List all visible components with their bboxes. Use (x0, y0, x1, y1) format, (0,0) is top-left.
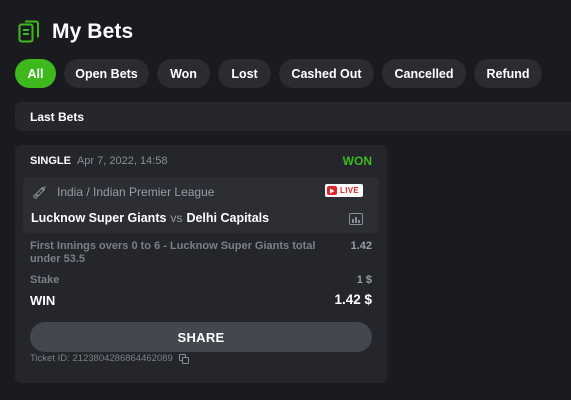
share-button[interactable]: SHARE (30, 322, 372, 352)
filter-cancelled[interactable]: Cancelled (382, 59, 466, 88)
ticket-id: Ticket ID: 2123804286864462089 (30, 353, 173, 364)
filter-refund[interactable]: Refund (474, 59, 542, 88)
filter-won[interactable]: Won (157, 59, 210, 88)
bet-filter-tabs: All Open Bets Won Lost Cashed Out Cancel… (15, 59, 542, 88)
win-value: 1.42 $ (334, 292, 372, 307)
bet-date: Apr 7, 2022, 14:58 (76, 155, 168, 167)
live-label: LIVE (340, 186, 359, 195)
statistics-icon[interactable] (349, 212, 363, 225)
bet-type: SINGLE (30, 155, 71, 167)
receipt-icon (18, 20, 40, 44)
stake-label: Stake (30, 274, 60, 286)
my-bets-page: My Bets All Open Bets Won Lost Cashed Ou… (0, 0, 571, 400)
filter-all[interactable]: All (15, 59, 56, 88)
filter-lost[interactable]: Lost (218, 59, 271, 88)
bet-result-badge: WON (342, 154, 372, 168)
play-icon (327, 186, 338, 195)
teams-row: Lucknow Super Giants vs Delhi Capitals (31, 211, 269, 225)
home-team: Lucknow Super Giants (31, 211, 167, 225)
page-title: My Bets (52, 20, 134, 43)
league-row: India / Indian Premier League (33, 185, 214, 199)
vs-label: vs (170, 211, 183, 225)
bet-odds: 1.42 (350, 240, 372, 252)
away-team: Delhi Capitals (186, 211, 270, 225)
league-name: India / Indian Premier League (57, 185, 215, 199)
win-label: WIN (30, 293, 56, 308)
cricket-bat-icon (33, 185, 47, 199)
filter-open-bets[interactable]: Open Bets (64, 59, 149, 88)
page-header: My Bets (18, 18, 133, 46)
event-box[interactable]: India / Indian Premier League LIVE Luckn… (23, 177, 379, 233)
bet-card: SINGLE Apr 7, 2022, 14:58 WON India / In… (15, 145, 387, 383)
stake-value: 1 $ (356, 274, 372, 286)
live-badge: LIVE (325, 184, 363, 197)
filter-cashed-out[interactable]: Cashed Out (279, 59, 374, 88)
ticket-id-row: Ticket ID: 2123804286864462089 (30, 353, 189, 364)
copy-icon[interactable] (178, 353, 189, 364)
bet-selection: First Innings overs 0 to 6 - Lucknow Sup… (30, 240, 316, 265)
last-bets-header: Last Bets (15, 102, 571, 131)
bet-card-header: SINGLE Apr 7, 2022, 14:58 WON (30, 153, 372, 169)
